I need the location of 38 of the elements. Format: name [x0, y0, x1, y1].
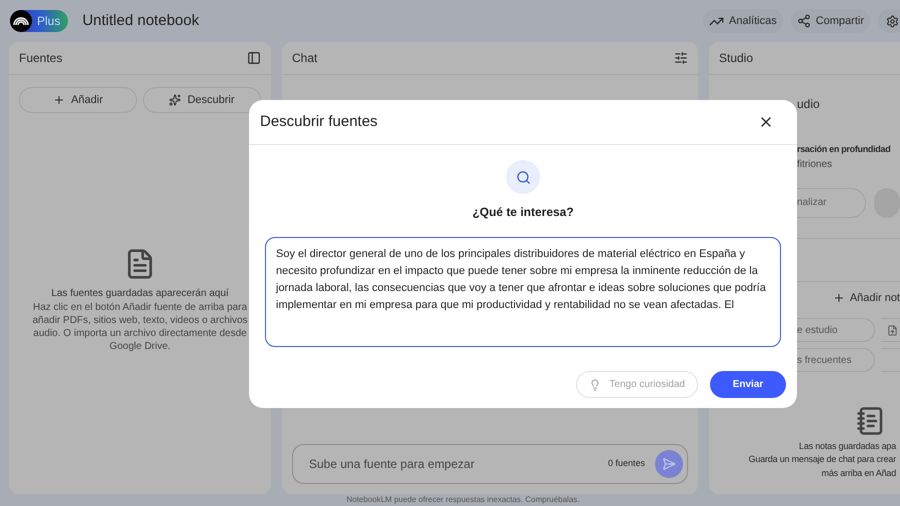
- panel-title: Chat: [292, 50, 318, 67]
- empty-title: Las notas guardadas apa: [799, 440, 896, 453]
- send-button[interactable]: Enviar: [710, 371, 786, 398]
- plus-icon: [833, 292, 845, 304]
- sparkle-icon: [169, 94, 182, 106]
- empty-description: más arriba en Añad: [822, 466, 896, 480]
- logo-icon: [10, 10, 32, 32]
- dialog-title: Descubrir fuentes: [260, 112, 378, 132]
- empty-description: Guarda un mensaje de chat para crear: [748, 453, 896, 466]
- section-heading: udio: [797, 96, 821, 113]
- plan-label: Plus: [37, 13, 60, 30]
- send-icon: [662, 457, 676, 471]
- interest-field[interactable]: Soy el director general de uno de los principales distribuidores de material eléctrico en España y necesito profundizar en el impacto que puede tener sobre mi empresa la inminente reducción de la jornada laboral, las consecuencias que voy a tener que afrontar e ideas sobre soluciones que podría implementar en mi empresa para que mi productividad y rentabilidad no se vean afectadas. El: [265, 237, 781, 347]
- card-title: rsación en profundidad: [797, 143, 892, 156]
- card-subtitle: fitriones: [797, 158, 834, 172]
- share-icon: [796, 14, 811, 28]
- empty-description: Haz clic en el botón Añadir fuente de arriba para añadir PDFs, sitios web, texto, videos o archivos audio. O importa un archivo directamente desde Google Drive.: [31, 301, 249, 353]
- panel-title: Fuentes: [19, 50, 62, 67]
- header-button[interactable]: Analíticas: [703, 9, 783, 33]
- plus-icon: [53, 94, 66, 106]
- chat-input[interactable]: Sube una fuente para empezar 0 fuentes: [292, 444, 688, 484]
- add-note-button[interactable]: Añadir not: [833, 290, 900, 306]
- notebook-title: Untitled notebook: [82, 10, 200, 31]
- add-button[interactable]: Añadir: [19, 87, 137, 113]
- settings-icon[interactable]: [674, 51, 688, 65]
- message-field[interactable]: Sube una fuente para empezar: [309, 455, 608, 473]
- question-label: ¿Qué te interesa?: [472, 204, 574, 221]
- disclaimer: NotebookLM puede ofrecer respuestas inexactas. Compruébalas.: [346, 494, 580, 506]
- panel-title: Studio: [719, 50, 754, 67]
- sidebar-toggle-icon[interactable]: [247, 51, 261, 65]
- lightbulb-icon: [589, 378, 602, 390]
- settings-icon: [886, 14, 898, 28]
- empty-title: Las fuentes guardadas aparecerán aquí: [51, 287, 229, 301]
- header-button[interactable]: Compartir: [790, 9, 870, 33]
- settings-button[interactable]: [878, 9, 900, 33]
- source-count: 0 fuentes: [608, 457, 645, 470]
- search-sparkle-icon: [506, 160, 540, 194]
- document-icon: [887, 324, 898, 336]
